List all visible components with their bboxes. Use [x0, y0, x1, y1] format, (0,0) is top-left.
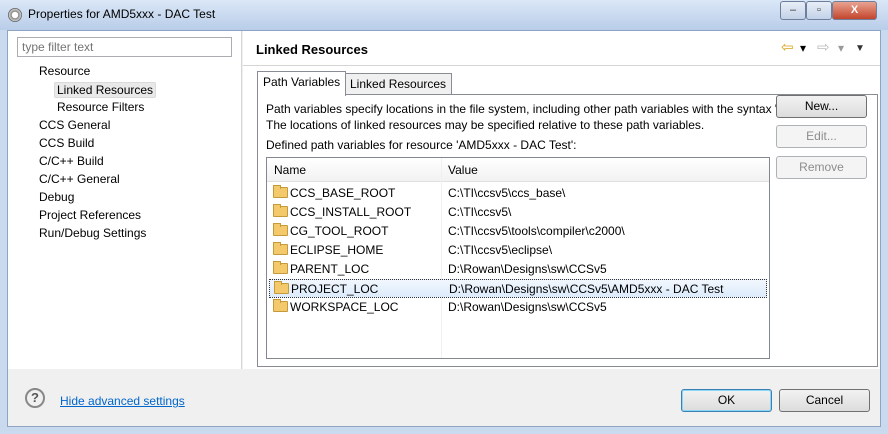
variable-value: C:\TI\ccsv5\eclipse\ [448, 243, 553, 257]
sidebar-item[interactable]: CCS Build [39, 136, 94, 150]
ok-button[interactable]: OK [681, 389, 772, 412]
variable-name: WORKSPACE_LOC [290, 300, 399, 314]
defined-variables-label: Defined path variables for resource 'AMD… [266, 138, 577, 152]
path-variables-table[interactable]: Name Value CCS_BASE_ROOT C:\TI\ccsv5\ccs_… [266, 157, 770, 359]
table-row[interactable]: CCS_INSTALL_ROOT C:\TI\ccsv5\ [269, 203, 767, 222]
title-bar: Properties for AMD5xxx - DAC Test – ▫ X [0, 0, 888, 30]
variable-value: D:\Rowan\Designs\sw\CCSv5 [448, 300, 607, 314]
sidebar-item[interactable]: Project References [39, 208, 141, 222]
hide-advanced-settings-link[interactable]: Hide advanced settings [60, 394, 185, 408]
folder-icon [273, 242, 288, 255]
column-header-value[interactable]: Value [448, 163, 478, 177]
header-divider [243, 65, 880, 66]
app-icon [8, 8, 22, 22]
filter-input[interactable] [17, 37, 232, 57]
page-title: Linked Resources [256, 42, 368, 57]
window-title: Properties for AMD5xxx - DAC Test [28, 7, 216, 21]
forward-arrow-icon[interactable]: ⇨ [817, 38, 830, 56]
folder-icon [273, 204, 288, 217]
variable-value: C:\TI\ccsv5\tools\compiler\c2000\ [448, 224, 625, 238]
sidebar-item[interactable]: Run/Debug Settings [39, 226, 146, 240]
sidebar-item[interactable]: Resource [39, 64, 90, 78]
variable-value: D:\Rowan\Designs\sw\CCSv5\AMD5xxx - DAC … [449, 282, 724, 296]
description-line-2: The locations of linked resources may be… [266, 118, 705, 132]
tab-panel: Path variables specify locations in the … [257, 94, 878, 367]
variable-name: CCS_INSTALL_ROOT [290, 205, 412, 219]
view-menu-icon[interactable]: ▼ [855, 43, 865, 54]
column-header-name[interactable]: Name [274, 163, 306, 177]
edit-button[interactable]: Edit... [776, 125, 867, 148]
folder-icon [273, 185, 288, 198]
tab-path-variables[interactable]: Path Variables [257, 71, 347, 96]
table-row[interactable]: WORKSPACE_LOC D:\Rowan\Designs\sw\CCSv5 [269, 298, 767, 317]
variable-value: D:\Rowan\Designs\sw\CCSv5 [448, 262, 607, 276]
cancel-button[interactable]: Cancel [779, 389, 870, 412]
sidebar-item[interactable]: CCS General [39, 118, 110, 132]
sidebar-item[interactable]: Resource Filters [57, 100, 144, 114]
table-row[interactable]: CG_TOOL_ROOT C:\TI\ccsv5\tools\compiler\c… [269, 222, 767, 241]
variable-name: ECLIPSE_HOME [290, 243, 384, 257]
help-icon[interactable]: ? [25, 388, 45, 408]
main-panel: Linked Resources ⇦ ▾ ⇨ ▾ ▼ Path Variable… [243, 31, 880, 369]
sidebar-item[interactable]: C/C++ Build [39, 154, 104, 168]
table-row[interactable]: PARENT_LOC D:\Rowan\Designs\sw\CCSv5 [269, 260, 767, 279]
remove-button[interactable]: Remove [776, 156, 867, 179]
dialog-body: Resource Linked Resources Resource Filters… [7, 30, 881, 427]
variable-value: C:\TI\ccsv5\ccs_base\ [448, 186, 566, 200]
folder-icon [273, 223, 288, 236]
sidebar-item[interactable]: C/C++ General [39, 172, 120, 186]
variable-name: PROJECT_LOC [291, 282, 379, 296]
variable-name: CCS_BASE_ROOT [290, 186, 396, 200]
variable-name: PARENT_LOC [290, 262, 370, 276]
table-header: Name Value [267, 158, 769, 182]
table-row[interactable]: ECLIPSE_HOME C:\TI\ccsv5\eclipse\ [269, 241, 767, 260]
table-row[interactable]: CCS_BASE_ROOT C:\TI\ccsv5\ccs_base\ [269, 184, 767, 203]
maximize-button[interactable]: ▫ [806, 1, 832, 20]
back-menu-icon[interactable]: ▾ [800, 41, 806, 55]
variable-name: CG_TOOL_ROOT [290, 224, 389, 238]
variable-value: C:\TI\ccsv5\ [448, 205, 512, 219]
sidebar-item[interactable]: Linked Resources [54, 82, 157, 98]
minimize-button[interactable]: – [780, 1, 806, 20]
folder-icon [273, 261, 288, 274]
close-button[interactable]: X [832, 1, 877, 20]
sidebar: Resource Linked Resources Resource Filters… [8, 31, 242, 369]
back-arrow-icon[interactable]: ⇦ [781, 38, 794, 56]
tab-linked-resources[interactable]: Linked Resources [344, 73, 453, 95]
folder-icon [273, 299, 288, 312]
sidebar-item[interactable]: Debug [39, 190, 74, 204]
folder-icon [274, 281, 289, 294]
forward-menu-icon[interactable]: ▾ [838, 41, 844, 55]
description-line-1: Path variables specify locations in the … [266, 102, 826, 116]
new-button[interactable]: New... [776, 95, 867, 118]
table-row[interactable]: PROJECT_LOC D:\Rowan\Designs\sw\CCSv5\AMD… [269, 279, 767, 298]
